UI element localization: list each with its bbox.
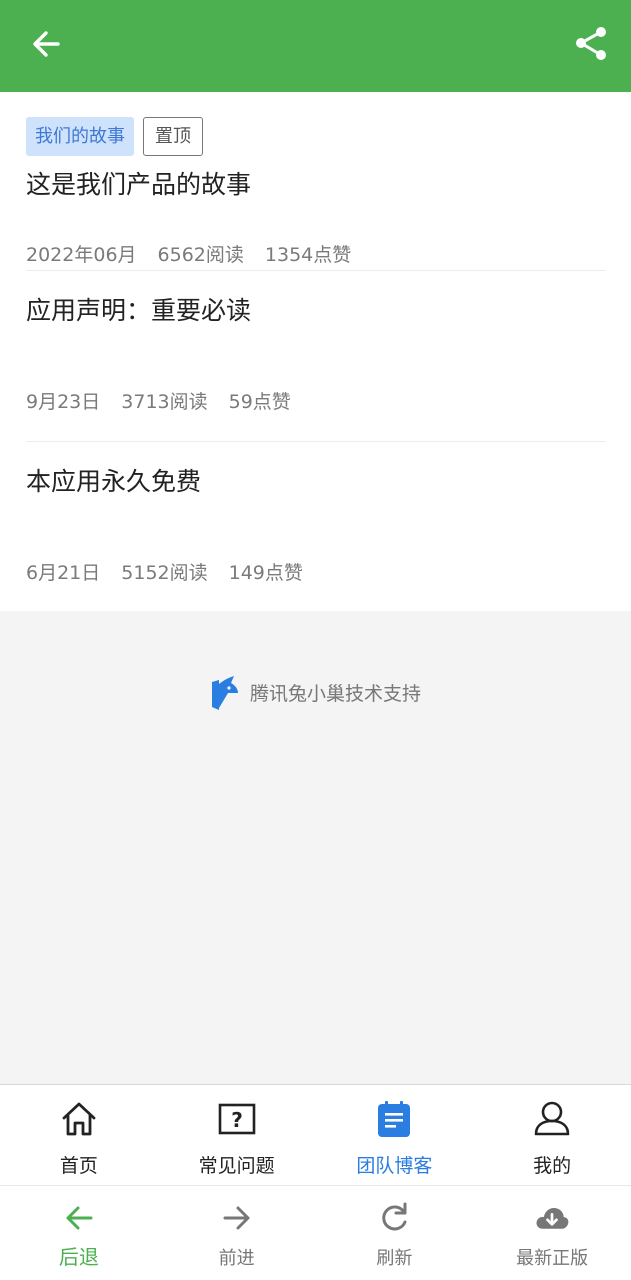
tech-support-footer[interactable]: 腾讯兔小巢技术支持 [0,672,631,712]
svg-text:?: ? [231,1108,243,1132]
article-meta: 6月21日 5152阅读 149点赞 [26,558,324,585]
nav-back-button[interactable]: 后退 [0,1186,158,1280]
tab-me-label: 我的 [533,1155,572,1177]
article-meta: 2022年06月 6562阅读 1354点赞 [26,240,372,267]
article-title[interactable]: 这是我们产品的故事 [26,165,251,201]
article-list: 我们的故事 置顶 这是我们产品的故事 2022年06月 6562阅读 1354点… [0,92,631,611]
article-reads: 5152阅读 [121,562,208,584]
browser-nav-bar: 后退 前进 刷新 最新正版 [0,1185,631,1280]
arrow-left-icon [33,31,60,57]
nav-forward-button[interactable]: 前进 [158,1186,316,1280]
tab-faq[interactable]: ? 常见问题 [158,1085,316,1185]
share-icon [576,27,606,60]
tab-home[interactable]: 首页 [0,1085,158,1185]
question-icon: ? [218,1103,255,1135]
user-icon [534,1101,570,1136]
nav-forward-label: 前进 [218,1248,255,1269]
article-item[interactable]: 本应用永久免费 6月21日 5152阅读 149点赞 [26,441,606,611]
nav-latest-version-button[interactable]: 最新正版 [473,1186,631,1280]
tab-team-blog[interactable]: 团队博客 [316,1085,474,1185]
article-reads: 6562阅读 [157,244,244,266]
tab-home-label: 首页 [59,1155,98,1177]
notepad-icon [378,1101,411,1137]
tab-faq-label: 常见问题 [198,1155,275,1177]
tab-team-blog-label: 团队博客 [356,1155,433,1177]
bottom-tab-bar: 首页 ? 常见问题 团队博客 我的 [0,1084,631,1185]
home-icon [62,1102,96,1136]
article-title[interactable]: 本应用永久免费 [26,462,201,498]
article-likes: 1354点赞 [264,244,352,266]
back-button[interactable] [28,26,64,62]
tab-me[interactable]: 我的 [473,1085,631,1185]
support-text: 腾讯兔小巢技术支持 [249,682,421,705]
arrow-right-icon [223,1206,250,1230]
article-item[interactable]: 我们的故事 置顶 这是我们产品的故事 2022年06月 6562阅读 1354点… [26,117,606,266]
category-tag[interactable]: 我们的故事 [26,117,134,156]
article-item[interactable]: 应用声明：重要必读 9月23日 3713阅读 59点赞 [26,270,606,440]
nav-back-label: 后退 [58,1245,99,1269]
article-title[interactable]: 应用声明：重要必读 [26,291,251,327]
article-date: 2022年06月 [26,244,137,266]
article-reads: 3713阅读 [121,391,208,413]
nav-refresh-label: 刷新 [376,1248,413,1269]
arrow-left-icon [66,1206,93,1230]
nav-refresh-button[interactable]: 刷新 [316,1186,474,1280]
cloud-download-icon [536,1207,569,1229]
article-likes: 149点赞 [228,562,303,584]
pinned-tag: 置顶 [143,117,203,156]
article-likes: 59点赞 [228,391,291,413]
app-header [0,0,631,92]
nav-latest-version-label: 最新正版 [516,1248,589,1269]
article-date: 9月23日 [26,391,101,413]
share-button[interactable] [572,24,612,64]
article-date: 6月21日 [26,562,101,584]
txc-logo-icon [211,676,238,710]
tag-row: 我们的故事 置顶 [26,117,212,156]
article-meta: 9月23日 3713阅读 59点赞 [26,387,312,414]
refresh-icon [382,1202,407,1231]
